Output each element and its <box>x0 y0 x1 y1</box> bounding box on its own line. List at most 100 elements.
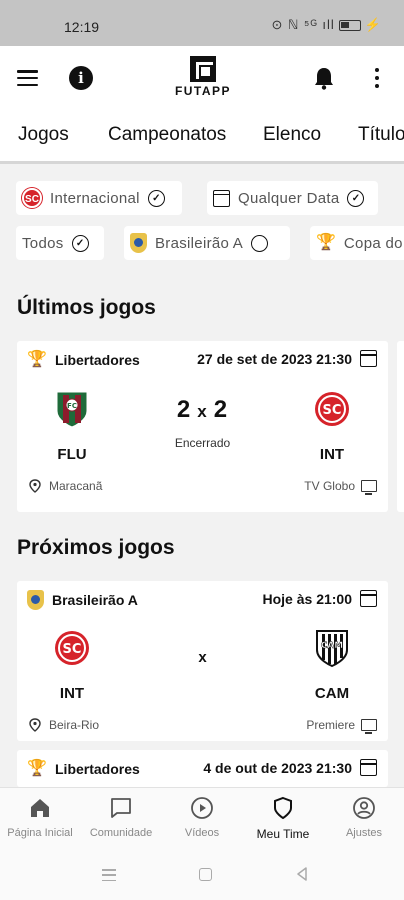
home-icon <box>31 799 49 817</box>
bottom-navigation: Página Inicial Comunidade Vídeos Meu Tim… <box>0 787 404 850</box>
tab-jogos[interactable]: Jogos <box>18 124 69 146</box>
competition: Brasileirão A <box>27 590 138 610</box>
versus-separator: x <box>198 649 207 666</box>
venue-label: Maracanã <box>49 479 103 493</box>
shield-icon <box>274 796 292 820</box>
tv-icon <box>361 719 377 734</box>
nav-label: Ajustes <box>345 827 383 839</box>
away-team[interactable]: CAM CAM <box>302 628 362 702</box>
broadcast-label: TV Globo <box>304 479 355 493</box>
battery-icon <box>338 19 361 31</box>
calendar-icon <box>360 759 377 776</box>
nav-label: Página Inicial <box>7 827 73 839</box>
tab-elenco[interactable]: Elenco <box>263 124 321 146</box>
filter-chip-label: Copa do Brasil <box>343 234 404 252</box>
match-datetime: Hoje às 21:00 <box>262 590 377 607</box>
svg-text:CAM: CAM <box>321 641 344 651</box>
logo-mark-icon <box>190 56 216 82</box>
info-icon[interactable]: i <box>69 66 93 90</box>
svg-text:SC: SC <box>63 642 82 657</box>
nav-label: Comunidade <box>89 827 153 839</box>
nav-my-team[interactable]: Meu Time <box>243 796 323 841</box>
svg-text:SC: SC <box>323 403 342 418</box>
nav-videos[interactable]: Vídeos <box>162 796 242 839</box>
filter-chip-team[interactable]: SC Internacional ✓ <box>16 181 182 215</box>
libertadores-trophy-icon: 🏆 <box>27 351 47 368</box>
next-card-peek[interactable] <box>397 341 404 512</box>
competition-label: Libertadores <box>55 352 140 368</box>
team-abbr: FLU <box>57 446 87 463</box>
fluminense-crest-icon: FC <box>56 391 88 428</box>
tv-icon <box>361 480 377 495</box>
tab-campeonatos[interactable]: Campeonatos <box>108 124 226 146</box>
bell-icon[interactable] <box>313 66 335 90</box>
account-icon <box>353 797 375 819</box>
match-card-upcoming[interactable]: Brasileirão A Hoje às 21:00 SC INT x CAM… <box>17 581 388 741</box>
status-bar: 12:19 ⊙ ℕ ⁵ᴳ ıll ⚡ <box>0 0 404 46</box>
tab-titulos[interactable]: Títulos <box>358 124 404 146</box>
filter-chips: SC Internacional ✓ Qualquer Data ✓ Todos… <box>0 164 404 272</box>
datetime-label: Hoje às 21:00 <box>262 590 353 607</box>
match-datetime: 27 de set de 2023 21:30 <box>197 350 377 367</box>
competition-label: Libertadores <box>55 761 140 777</box>
away-score: 2 <box>213 396 229 423</box>
more-vert-icon[interactable] <box>375 68 379 88</box>
check-circle-icon: ✓ <box>347 189 365 207</box>
home-team[interactable]: FC FLU <box>42 389 102 463</box>
filter-chip-label: Brasileirão A <box>155 234 244 252</box>
libertadores-trophy-icon: 🏆 <box>27 760 47 777</box>
team-abbr: CAM <box>314 685 350 702</box>
broadcast: Premiere <box>306 718 377 734</box>
internacional-crest-icon: SC <box>315 392 349 426</box>
match-datetime: 4 de out de 2023 21:30 <box>203 759 377 776</box>
scoreline: 2x2 <box>147 396 258 424</box>
broadcast: TV Globo <box>304 479 377 495</box>
filter-chip-date[interactable]: Qualquer Data ✓ <box>207 181 378 215</box>
filter-chip-label: Qualquer Data <box>238 189 340 207</box>
filter-chip-label: Todos <box>22 234 64 252</box>
datetime-label: 4 de out de 2023 21:30 <box>203 759 352 776</box>
signal-icons: ⊙ ℕ ⁵ᴳ ıll <box>271 17 335 32</box>
datetime-label: 27 de set de 2023 21:30 <box>197 350 352 367</box>
nav-community[interactable]: Comunidade <box>81 796 161 839</box>
match-card-third[interactable]: 🏆 Libertadores 4 de out de 2023 21:30 <box>17 750 388 787</box>
section-title-upcoming: Próximos jogos <box>17 536 175 559</box>
tab-bar: Jogos Campeonatos Elenco Títulos <box>0 108 404 164</box>
system-navigation-bar <box>0 850 404 900</box>
team-abbr: INT <box>59 685 85 702</box>
app-bar: i FUTAPP <box>0 46 404 108</box>
charging-icon: ⚡ <box>364 17 382 32</box>
match-card-past[interactable]: 🏆 Libertadores 27 de set de 2023 21:30 F… <box>17 341 388 512</box>
brasileirao-icon <box>130 233 147 253</box>
competition: 🏆 Libertadores <box>27 759 140 779</box>
competition: 🏆 Libertadores <box>27 350 140 370</box>
check-circle-icon: ✓ <box>71 234 89 252</box>
calendar-icon <box>360 590 377 607</box>
nav-home[interactable]: Página Inicial <box>0 796 80 839</box>
menu-icon[interactable] <box>17 70 38 86</box>
system-back-icon[interactable] <box>296 867 308 881</box>
filter-chip-label: Internacional <box>50 189 140 207</box>
atletico-mineiro-crest-icon: CAM <box>316 630 348 668</box>
filter-chip-todos[interactable]: Todos ✓ <box>16 226 104 260</box>
system-icons: ⊙ ℕ ⁵ᴳ ıll ⚡ <box>271 17 382 33</box>
broadcast-label: Premiere <box>306 718 355 732</box>
home-team[interactable]: SC INT <box>42 628 102 702</box>
logo-text: FUTAPP <box>174 84 232 98</box>
trophy-icon: 🏆 <box>316 234 336 251</box>
brasileirao-icon <box>27 590 44 610</box>
team-abbr: INT <box>319 446 345 463</box>
app-logo: FUTAPP <box>168 56 238 98</box>
calendar-icon <box>360 350 377 367</box>
location-pin-icon <box>29 479 41 493</box>
score-separator: x <box>197 402 208 421</box>
nav-settings[interactable]: Ajustes <box>324 796 404 839</box>
system-home-icon[interactable] <box>199 868 212 881</box>
home-score: 2 <box>176 396 192 423</box>
calendar-icon <box>213 189 230 207</box>
location-pin-icon <box>29 718 41 732</box>
filter-chip-copa[interactable]: 🏆 Copa do Brasil <box>310 226 404 260</box>
filter-chip-brasileirao[interactable]: Brasileirão A <box>124 226 290 260</box>
recent-apps-icon[interactable] <box>102 869 116 881</box>
away-team[interactable]: SC INT <box>302 389 362 463</box>
